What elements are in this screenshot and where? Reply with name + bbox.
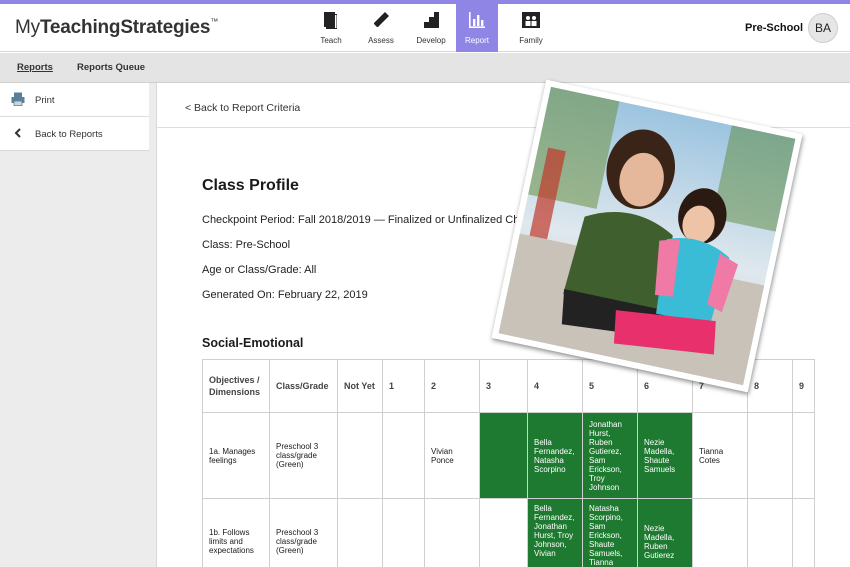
table-cell: Natasha Scorpino, Sam Erickson, Shaute S… <box>582 498 638 567</box>
book-icon <box>321 10 341 30</box>
teacher-child-photo <box>491 79 803 393</box>
sidebar: Print Back to Reports <box>0 83 157 567</box>
app-logo[interactable]: MyTeachingStrategies™ <box>15 17 218 39</box>
family-picture-icon <box>521 10 541 30</box>
table-cell <box>382 498 425 567</box>
nav-assess-label: Assess <box>368 36 394 45</box>
sidebar-back-to-reports[interactable]: Back to Reports <box>0 117 149 151</box>
age-grade-info: Age or Class/Grade: All <box>202 264 317 276</box>
class-profile-table: Objectives / Dimensions Class/Grade Not … <box>202 359 815 567</box>
table-cell <box>424 498 480 567</box>
table-cell: Bella Fernandez, Jonathan Hurst, Troy Jo… <box>527 498 583 567</box>
table-cell <box>792 412 815 499</box>
subnav-reports[interactable]: Reports <box>17 62 53 73</box>
table-cell: Preschool 3 class/grade (Green) <box>269 412 338 499</box>
table-cell: Bella Fernandez, Natasha Scorpino <box>527 412 583 499</box>
nav-report-label: Report <box>464 36 489 45</box>
nav-report[interactable]: Report <box>456 4 498 52</box>
chevron-left-icon <box>11 126 25 140</box>
table-header: 2 <box>424 359 480 413</box>
page-title: Class Profile <box>202 177 299 194</box>
table-cell <box>337 498 383 567</box>
table-header: 3 <box>479 359 528 413</box>
table-cell <box>692 498 748 567</box>
bar-chart-icon <box>467 10 487 30</box>
table-row: 1a. Manages feelings Preschool 3 class/g… <box>202 412 815 499</box>
back-to-criteria-link[interactable]: < Back to Report Criteria <box>185 102 300 114</box>
section-heading: Social-Emotional <box>202 336 304 350</box>
logo-main: TeachingStrategies <box>39 17 211 38</box>
table-header: Objectives / Dimensions <box>202 359 270 413</box>
table-header: 1 <box>382 359 425 413</box>
table-cell: Preschool 3 class/grade (Green) <box>269 498 338 567</box>
nav-develop-label: Develop <box>416 36 446 45</box>
table-header: 8 <box>747 359 793 413</box>
table-cell: Vivian Ponce <box>424 412 480 499</box>
main-nav: Teach Assess Develop Report Family <box>306 4 556 52</box>
table-cell <box>479 498 528 567</box>
nav-assess[interactable]: Assess <box>356 4 406 52</box>
table-cell: Nezie Madella, Ruben Gutierez <box>637 498 693 567</box>
sub-nav: Reports Reports Queue <box>0 53 850 83</box>
table-header: 4 <box>527 359 583 413</box>
app-header: MyTeachingStrategies™ Teach Assess Devel… <box>0 4 850 52</box>
school-name[interactable]: Pre-School <box>745 22 803 34</box>
table-cell: 1a. Manages feelings <box>202 412 270 499</box>
avatar[interactable]: BA <box>808 13 838 43</box>
teacher-child-illustration <box>498 86 796 386</box>
sidebar-actions: Print Back to Reports <box>0 83 149 151</box>
table-header: 5 <box>582 359 638 413</box>
generated-on: Generated On: February 22, 2019 <box>202 289 368 301</box>
nav-teach-label: Teach <box>320 36 342 45</box>
table-cell <box>382 412 425 499</box>
table-cell <box>747 498 793 567</box>
subnav-reports-queue[interactable]: Reports Queue <box>77 62 145 73</box>
table-header: 9 <box>792 359 815 413</box>
printer-icon <box>11 92 25 106</box>
stairs-icon <box>421 10 441 30</box>
nav-family-label: Family <box>519 36 543 45</box>
logo-tm: ™ <box>210 17 219 26</box>
pencil-icon <box>371 10 391 30</box>
table-cell <box>337 412 383 499</box>
sidebar-back-label: Back to Reports <box>35 129 103 140</box>
class-info: Class: Pre-School <box>202 239 291 251</box>
table-cell: Jonathan Hurst, Ruben Gutierez, Sam Eric… <box>582 412 638 499</box>
table-row: 1b. Follows limits and expectations Pres… <box>202 498 815 567</box>
table-cell <box>792 498 815 567</box>
table-cell <box>747 412 793 499</box>
sidebar-print[interactable]: Print <box>0 83 149 117</box>
logo-prefix: My <box>15 17 40 38</box>
sidebar-print-label: Print <box>35 95 55 106</box>
table-cell <box>479 412 528 499</box>
table-header: Class/Grade <box>269 359 338 413</box>
table-header: Not Yet <box>337 359 383 413</box>
nav-teach[interactable]: Teach <box>306 4 356 52</box>
checkpoint-period: Checkpoint Period: Fall 2018/2019 — Fina… <box>202 214 549 226</box>
nav-family[interactable]: Family <box>506 4 556 52</box>
table-cell: Nezie Madella, Shaute Samuels <box>637 412 693 499</box>
table-cell: 1b. Follows limits and expectations <box>202 498 270 567</box>
nav-develop[interactable]: Develop <box>406 4 456 52</box>
table-cell: Tianna Cotes <box>692 412 748 499</box>
